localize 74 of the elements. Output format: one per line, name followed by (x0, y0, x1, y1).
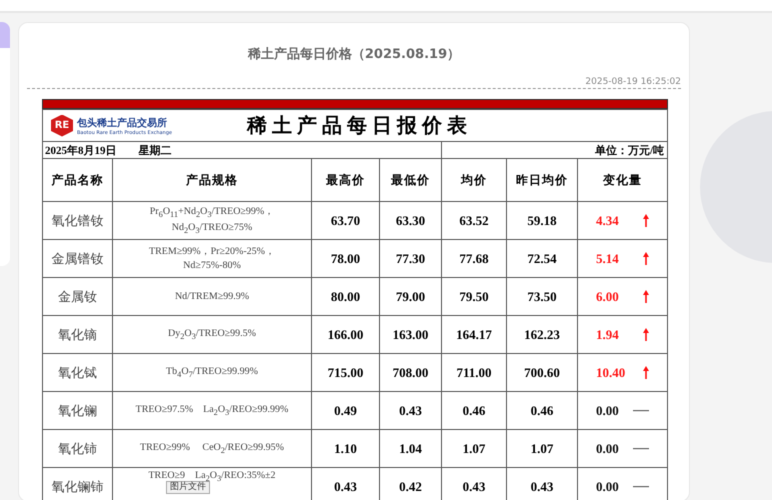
price-cell: 0.46 (442, 392, 506, 430)
price-cell: 164.17 (442, 316, 506, 354)
weekday-label: 星期二 (138, 144, 172, 156)
product-name-cell: 氧化镧铈 (42, 468, 112, 500)
product-spec-cell: TREM≥99%，Pr≥20%-25%， Nd≥75%-80% (112, 240, 312, 278)
price-cell: 700.60 (506, 354, 578, 392)
price-cell: 715.00 (312, 354, 380, 392)
price-cell: 63.52 (442, 202, 506, 240)
up-arrow-icon (643, 290, 649, 303)
product-spec-cell: TREO≥99% CeO$_{2}$/REO≥99.95% (112, 430, 312, 468)
column-header: 最低价 (380, 158, 442, 202)
product-spec-cell: Tb$_{4}$O$_{7}$/TREO≥99.99% (112, 354, 312, 392)
tooltip: 图片文件 (166, 481, 210, 494)
price-cell: 80.00 (312, 278, 380, 316)
product-name-cell: 氧化镨钕 (42, 202, 112, 240)
change-value: 10.40 (596, 364, 626, 380)
price-cell: 79.50 (442, 278, 506, 316)
change-value: 0.00 (596, 402, 619, 418)
product-spec-cell: TREO≥97.5% La$_{2}$O$_{3}$/REO≥99.99% (112, 392, 312, 430)
column-header: 昨日均价 (506, 158, 578, 202)
logo-name: 包头稀土产品交易所 (77, 116, 168, 130)
product-name-cell: 金属镨钕 (42, 240, 112, 278)
change-value: 1.94 (596, 326, 619, 342)
price-cell: 0.49 (312, 392, 380, 430)
product-spec-cell: Nd/TREM≥99.9% (112, 278, 312, 316)
price-cell: 72.54 (506, 240, 578, 278)
product-spec-cell: Dy$_{2}$O$_{3}$/TREO≥99.5% (112, 316, 312, 354)
product-name-cell: 氧化镧 (42, 392, 112, 430)
timestamp: 2025-08-19 16:25:02 (585, 77, 681, 87)
price-cell: 1.10 (312, 430, 380, 468)
column-header: 产品名称 (42, 158, 112, 202)
column-header: 产品规格 (112, 158, 312, 202)
dash-icon (633, 410, 649, 412)
price-cell: 163.00 (380, 316, 442, 354)
price-cell: 1.04 (380, 430, 442, 468)
up-arrow-icon (643, 328, 649, 341)
price-cell: 73.50 (506, 278, 578, 316)
price-cell: 63.30 (380, 202, 442, 240)
price-cell: 166.00 (312, 316, 380, 354)
unit-label: 单位：万元/吨 (594, 144, 664, 156)
price-cell: 77.68 (442, 240, 506, 278)
price-cell: 0.46 (506, 392, 578, 430)
article-title: 稀土产品每日价格（2025.08.19） (246, 46, 462, 63)
product-name-cell: 氧化铽 (42, 354, 112, 392)
price-cell: 0.43 (380, 392, 442, 430)
dash-icon (633, 448, 649, 450)
product-spec-cell: Pr$_{6}$O$_{11}$+Nd$_{2}$O$_{3}$/TREO≥99%， Nd$_{2}$O$_{3}$/TREO≥75% (112, 202, 312, 240)
up-arrow-icon (643, 252, 649, 265)
price-cell: 79.00 (380, 278, 442, 316)
price-cell: 711.00 (442, 354, 506, 392)
sheet-title: 稀 土 产 品 每 日 报 价 表 (247, 114, 467, 139)
product-name-cell: 金属钕 (42, 278, 112, 316)
date-label: 2025年8月19日 (45, 144, 116, 156)
up-arrow-icon (643, 366, 649, 379)
price-cell: 77.30 (380, 240, 442, 278)
dash-icon (633, 486, 649, 488)
price-cell: 63.70 (312, 202, 380, 240)
column-header: 最高价 (312, 158, 380, 202)
change-value: 0.00 (596, 440, 619, 456)
change-value: 5.14 (596, 250, 619, 266)
price-cell: 59.18 (506, 202, 578, 240)
price-cell: 708.00 (380, 354, 442, 392)
price-cell: 1.07 (442, 430, 506, 468)
product-name-cell: 氧化镝 (42, 316, 112, 354)
price-cell: 162.23 (506, 316, 578, 354)
change-value: 6.00 (596, 288, 619, 304)
column-header: 变化量 (578, 158, 668, 202)
price-cell: 78.00 (312, 240, 380, 278)
change-value: 0.00 (596, 479, 619, 495)
column-header: 均价 (442, 158, 506, 202)
product-name-cell: 氧化铈 (42, 430, 112, 468)
price-cell: 1.07 (506, 430, 578, 468)
change-value: 4.34 (596, 212, 619, 228)
up-arrow-icon (643, 214, 649, 227)
